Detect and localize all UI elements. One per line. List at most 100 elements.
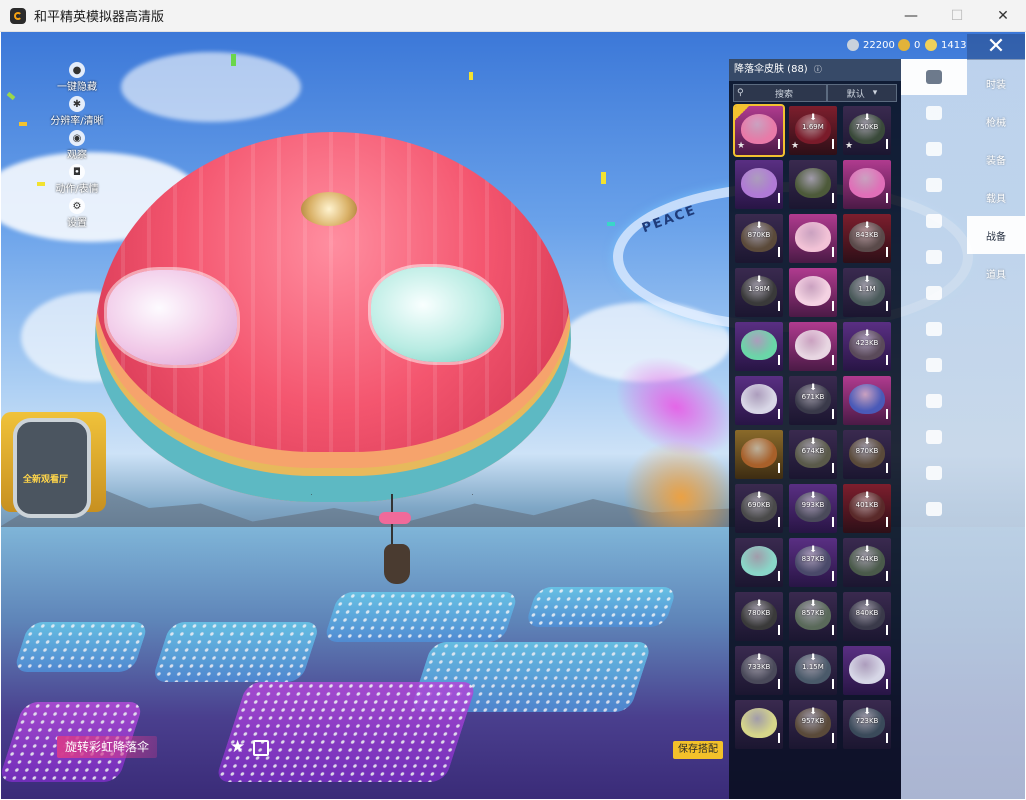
spray-icon[interactable]	[901, 383, 967, 419]
menu-resolution[interactable]: ✱ 分辨率/清晰	[47, 96, 107, 127]
menu-settings[interactable]: ⚙ 设置	[47, 198, 107, 229]
tab-3[interactable]: 载具	[967, 178, 1025, 216]
tab-0[interactable]: 时装	[967, 64, 1025, 102]
close-icon[interactable]: ✕	[967, 34, 1025, 60]
skin-item[interactable]: ⬇ 1.15M	[789, 646, 837, 695]
face-icon[interactable]	[901, 203, 967, 239]
carousel-horse-decal	[107, 270, 237, 365]
skin-item[interactable]: ⬇ 423KB	[843, 322, 891, 371]
confetti	[607, 222, 615, 226]
skin-item[interactable]	[789, 214, 837, 263]
floor-tile	[524, 587, 678, 627]
skin-item[interactable]: ★	[733, 104, 785, 157]
eye-icon: ◉	[69, 130, 85, 146]
save-outfit-button[interactable]: 保存搭配	[673, 741, 723, 759]
skin-item[interactable]: ⬇ 401KB	[843, 484, 891, 533]
skin-item[interactable]: ⬇ 870KB	[843, 430, 891, 479]
skin-item[interactable]: ⬇ 843KB	[843, 214, 891, 263]
item-tag	[778, 625, 780, 635]
menu-label: 设置	[67, 218, 87, 229]
skin-item[interactable]	[735, 538, 783, 587]
skin-item[interactable]	[735, 322, 783, 371]
parachute-thumbnail	[741, 546, 777, 576]
skin-item[interactable]	[735, 376, 783, 425]
person-icon: ●	[69, 62, 85, 78]
item-tag	[886, 571, 888, 581]
skin-item[interactable]: ⬇ 870KB	[735, 214, 783, 263]
item-tag	[832, 355, 834, 365]
download-size: 957KB	[801, 717, 825, 725]
skin-item[interactable]: ⬇ 744KB	[843, 538, 891, 587]
skin-item[interactable]: ⬇ 1.1M	[843, 268, 891, 317]
currency-silver: 22200	[847, 39, 895, 51]
download-size: 671KB	[801, 393, 825, 401]
skin-item[interactable]: ⬇ 671KB	[789, 376, 837, 425]
badge-icon[interactable]	[901, 311, 967, 347]
panel-title: 降落伞皮肤 (88) ⓘ	[729, 59, 901, 81]
floor-tile	[322, 592, 520, 642]
skin-item[interactable]: ⬇ 857KB	[789, 592, 837, 641]
skin-item[interactable]	[789, 268, 837, 317]
skin-item[interactable]: ⬇ 1.98M	[735, 268, 783, 317]
skin-item[interactable]: ⬇ 993KB	[789, 484, 837, 533]
skin-item[interactable]: ⬇ 840KB	[843, 592, 891, 641]
share-icon[interactable]	[253, 740, 269, 756]
favorite-star-icon[interactable]: ★	[230, 737, 245, 757]
download-size: 1.15M	[802, 663, 824, 671]
skin-item[interactable]	[735, 700, 783, 749]
currency-value: 0	[914, 39, 921, 51]
download-size: 857KB	[801, 609, 825, 617]
skin-item[interactable]	[789, 322, 837, 371]
tab-4[interactable]: 战备	[967, 216, 1025, 254]
skin-item[interactable]	[789, 160, 837, 209]
parachute-icon[interactable]	[901, 59, 967, 95]
skin-item[interactable]	[735, 430, 783, 479]
speaker-icon[interactable]	[901, 275, 967, 311]
skin-item[interactable]: ⬇ 957KB	[789, 700, 837, 749]
hand-icon[interactable]	[901, 419, 967, 455]
skin-item[interactable]	[735, 160, 783, 209]
menu-actions[interactable]: ◘ 动作/表情	[47, 164, 107, 195]
minimize-button[interactable]: —	[888, 0, 934, 31]
menu-hide-ui[interactable]: ● 一键隐藏	[47, 62, 107, 93]
skin-item[interactable]: ⬇ 723KB	[843, 700, 891, 749]
skin-item[interactable]	[843, 646, 891, 695]
download-icon: ⬇	[863, 545, 871, 555]
info-icon[interactable]: ⓘ	[814, 65, 822, 74]
skin-item[interactable]: ⬇ 837KB	[789, 538, 837, 587]
download-size: 870KB	[747, 231, 771, 239]
hat-icon[interactable]	[901, 491, 967, 527]
left-overlay-menu: ● 一键隐藏 ✱ 分辨率/清晰 ◉ 观察 ◘ 动作/表情 ⚙ 设置	[47, 62, 107, 232]
skin-item[interactable]: ⬇ 750KB ★	[843, 106, 891, 155]
skin-item[interactable]: ⬇ 780KB	[735, 592, 783, 641]
menu-observe[interactable]: ◉ 观察	[47, 130, 107, 161]
skin-item[interactable]	[843, 376, 891, 425]
item-tag	[832, 409, 834, 419]
skin-item[interactable]: ⬇ 733KB	[735, 646, 783, 695]
jet-icon[interactable]	[901, 167, 967, 203]
plane-icon[interactable]	[901, 95, 967, 131]
item-tag	[778, 679, 780, 689]
maximize-button[interactable]: ☐	[934, 0, 980, 31]
sort-dropdown[interactable]: 默认 ▾	[827, 84, 897, 102]
item-tag	[832, 679, 834, 689]
tab-5[interactable]: 道具	[967, 254, 1025, 292]
skin-item[interactable]: ⬇ 1.69M ★	[789, 106, 837, 155]
tab-2[interactable]: 装备	[967, 140, 1025, 178]
close-window-button[interactable]: ✕	[980, 0, 1026, 31]
selected-skin-name: 旋转彩虹降落伞	[57, 736, 158, 758]
download-size: 870KB	[855, 447, 879, 455]
game-viewport[interactable]: PEACE 全新观看厅 ● 一键隐藏 ✱ 分辨率/清晰 ◉ 观察 ◘ 动作/表情…	[1, 32, 1025, 799]
skin-item[interactable]: ⬇ 674KB	[789, 430, 837, 479]
parachute-thumbnail	[741, 384, 777, 414]
skin-item[interactable]	[843, 160, 891, 209]
drone-icon[interactable]	[901, 131, 967, 167]
skin-item[interactable]: ⬇ 690KB	[735, 484, 783, 533]
picture-icon[interactable]	[901, 347, 967, 383]
tab-1[interactable]: 枪械	[967, 102, 1025, 140]
parachute-thumbnail	[795, 168, 831, 198]
search-input[interactable]: ⚲ 搜索	[733, 84, 827, 102]
robot-icon[interactable]	[901, 239, 967, 275]
download-icon: ⬇	[809, 707, 817, 717]
wand-icon[interactable]	[901, 455, 967, 491]
